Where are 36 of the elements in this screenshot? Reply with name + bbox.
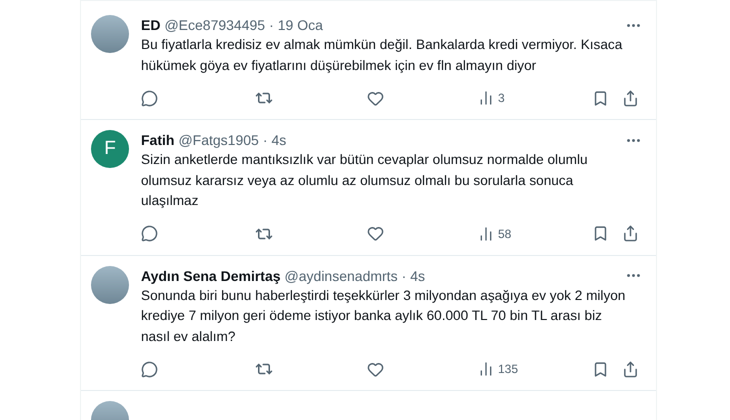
- separator-dot: ·: [269, 16, 274, 35]
- post-time[interactable]: 19 Oca: [278, 15, 323, 35]
- view-count: 58: [498, 226, 512, 240]
- post-time[interactable]: 4s: [272, 130, 286, 150]
- user-name[interactable]: Aydın Sena Demirtaş: [141, 266, 281, 286]
- views-icon[interactable]: [478, 361, 494, 377]
- avatar[interactable]: F: [91, 130, 129, 168]
- user-name[interactable]: ED: [141, 15, 160, 35]
- view-count: 3: [498, 91, 505, 105]
- bookmark-icon[interactable]: [592, 90, 609, 106]
- post-time[interactable]: 4s: [410, 266, 426, 286]
- views-icon[interactable]: [478, 226, 494, 242]
- reply-icon[interactable]: [141, 90, 158, 106]
- share-icon[interactable]: [622, 90, 639, 106]
- user-handle[interactable]: @Ece87934495: [164, 15, 266, 35]
- share-icon[interactable]: [622, 360, 639, 378]
- bookmark-icon[interactable]: [592, 225, 609, 242]
- view-count: 135: [498, 362, 518, 376]
- separator-dot: ·: [402, 266, 406, 286]
- separator-dot: ·: [262, 131, 268, 150]
- user-handle[interactable]: @aydinsenadmrts: [284, 266, 398, 286]
- like-icon[interactable]: [367, 360, 384, 378]
- user-name[interactable]: Fatih: [141, 130, 174, 150]
- reply-icon[interactable]: [141, 225, 158, 242]
- like-icon[interactable]: [367, 225, 384, 242]
- views-icon[interactable]: [478, 90, 494, 106]
- avatar-photo-placeholder[interactable]: [91, 266, 129, 304]
- share-icon[interactable]: [622, 225, 639, 242]
- avatar-photo-placeholder[interactable]: [91, 15, 129, 53]
- reply-icon[interactable]: [141, 360, 158, 378]
- post-text: Sonunda biri bunu haberleştirdi teşekkürler 3 milyondan aşağıya ev yok 2 milyon krediye 7 milyon geri ödeme istiyor banka aylık 60.000 TL 70 bin TL arası biz nasıl ev alalım?: [141, 286, 626, 346]
- post-text: Bu fiyatlarla kredisiz ev almak mümkün değil. Bankalarda kredi vermiyor. Kısaca hükümek göya ev fiyatlarını düşürebilmek için ev fln almayın diyor: [141, 36, 624, 75]
- like-icon[interactable]: [367, 90, 384, 106]
- bookmark-icon[interactable]: [592, 360, 609, 378]
- user-handle[interactable]: @Fatgs1905: [178, 130, 259, 150]
- post-text: Sizin anketlerde mantıksızlık var bütün cevaplar olumsuz normalde olumlu olumsuz kararsız veya az olumlu az olumsuz olmalı bu sorularla sonuca ulaşılmaz: [141, 151, 589, 210]
